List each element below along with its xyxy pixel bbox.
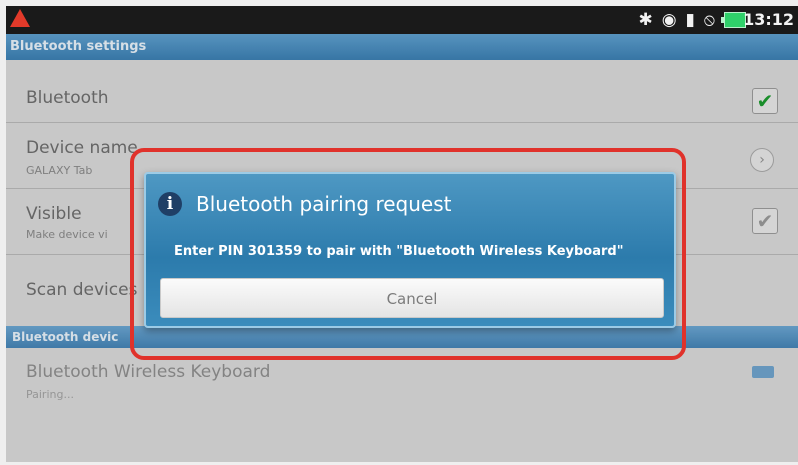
wifi-icon: ◉ (661, 10, 677, 30)
status-time: 13:12 (743, 10, 794, 29)
sdcard-icon: ▮ (685, 10, 695, 30)
status-icons: ✱ ◉ ▮ ⦸ (638, 9, 746, 31)
alarm-off-icon: ⦸ (703, 10, 715, 30)
bluetooth-icon: ✱ (638, 10, 653, 30)
highlight-annotation (130, 148, 686, 360)
warning-icon (10, 9, 30, 27)
status-bar: ✱ ◉ ▮ ⦸ 13:12 (6, 6, 798, 34)
